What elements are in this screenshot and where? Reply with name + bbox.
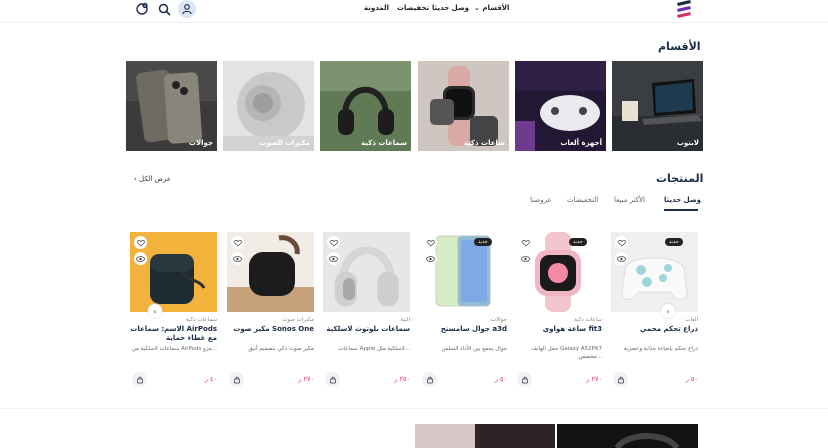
speaker-image xyxy=(223,61,314,151)
search-icon[interactable] xyxy=(156,1,172,17)
categories-title: الأقسام xyxy=(658,40,701,53)
gaming-image xyxy=(515,61,606,151)
product-price: ٢٧٠ ر xyxy=(586,375,602,383)
see-all-label: عرض الكل xyxy=(139,175,172,183)
category-label: سماعات ذكية xyxy=(361,139,407,147)
heart-icon[interactable] xyxy=(615,236,628,249)
new-badge: جديد xyxy=(474,238,492,246)
product-category: ساعات ذكية xyxy=(574,317,602,323)
product-category: مكبرات صوت xyxy=(282,317,314,323)
heart-icon[interactable] xyxy=(231,236,244,249)
promo-banner[interactable] xyxy=(557,424,698,448)
category-label: أجهزة ألعاب xyxy=(560,139,602,147)
product-price: ٢٧٠ ر xyxy=(298,375,314,383)
new-badge: جديد xyxy=(569,238,587,246)
header-divider xyxy=(0,22,828,23)
product-name[interactable]: جوال سامسنج a3d xyxy=(420,325,507,334)
heart-icon[interactable] xyxy=(424,236,437,249)
chevron-left-icon[interactable]: ‹ xyxy=(148,304,162,318)
phones-image xyxy=(126,61,217,151)
tab-best-sellers[interactable]: الأكثر مبيعا xyxy=(614,196,645,204)
nav-new-arrivals[interactable]: وصل حديثا xyxy=(432,4,469,12)
product-description: جوال يجمع بين الأداء السلس xyxy=(441,346,508,352)
smartwatch-image xyxy=(418,61,509,151)
new-badge: جديد xyxy=(665,238,683,246)
product-category: سماعات ذكية xyxy=(185,317,217,323)
product-card[interactable]: ‹ سماعات ذكية الاسم: سماعات AirPods مع غ… xyxy=(130,232,217,392)
section-divider xyxy=(0,408,828,409)
add-to-cart-icon[interactable] xyxy=(517,372,532,387)
product-category: جوالات xyxy=(490,317,507,323)
site-header: 0 المدونة تخفيضات وصل حديثا ⌄ الأقسام xyxy=(0,0,828,22)
add-to-cart-icon[interactable] xyxy=(422,372,437,387)
product-card[interactable]: جديد جوالات جوال سامسنج a3d جوال يجمع بي… xyxy=(420,232,507,392)
add-to-cart-icon[interactable] xyxy=(132,372,147,387)
add-to-cart-icon[interactable] xyxy=(325,372,340,387)
eye-icon[interactable] xyxy=(615,252,628,265)
brand-logo[interactable] xyxy=(674,0,694,20)
product-name[interactable]: ساعة هواوي fit3 xyxy=(515,325,602,334)
product-description: سماعات لاسلكية من AirPods مزو... xyxy=(131,346,217,352)
product-card[interactable]: مكبرات صوت مكبر صوت Sonos One مكبر صوت ذ… xyxy=(227,232,314,392)
nav-categories-label: الأقسام xyxy=(482,4,510,12)
eye-icon[interactable] xyxy=(327,252,340,265)
product-price: ٢٥٠ ر xyxy=(394,375,410,383)
eye-icon[interactable] xyxy=(231,252,244,265)
eye-icon[interactable] xyxy=(519,252,532,265)
tab-discounts[interactable]: التخفيضات xyxy=(567,196,598,204)
chevron-right-icon[interactable]: › xyxy=(661,304,675,318)
heart-icon[interactable] xyxy=(519,236,532,249)
product-name[interactable]: سماعات بلوتوث لاسلكية xyxy=(323,325,410,334)
product-name[interactable]: مكبر صوت Sonos One xyxy=(227,325,314,334)
eye-icon[interactable] xyxy=(424,252,437,265)
product-card[interactable]: جديد › ألعاب ذراع تحكم محمي ذراع تحكم بإ… xyxy=(611,232,698,392)
product-category: النية xyxy=(400,317,410,323)
category-gaming[interactable]: أجهزة ألعاب xyxy=(515,61,606,151)
category-label: جوالات xyxy=(188,139,213,147)
product-card[interactable]: جديد ساعات ذكية ساعة هواوي fit3 حمل الها… xyxy=(515,232,602,392)
product-card[interactable]: النية سماعات بلوتوث لاسلكية سماعات Apple… xyxy=(323,232,410,392)
heart-icon[interactable] xyxy=(134,236,147,249)
tab-offers[interactable]: عروضنا xyxy=(530,196,552,204)
category-phones[interactable]: جوالات xyxy=(126,61,217,151)
category-label: مكبرات الصوت xyxy=(259,139,310,147)
heart-icon[interactable] xyxy=(327,236,340,249)
product-name[interactable]: ذراع تحكم محمي xyxy=(611,325,698,334)
category-smartwatches[interactable]: ساعات ذكية xyxy=(418,61,509,151)
cart-icon[interactable]: 0 xyxy=(134,1,150,17)
product-price: ٤٠ ر xyxy=(204,375,217,383)
products-title: المنتجات xyxy=(656,172,704,185)
nav-categories-dropdown[interactable]: ⌄ الأقسام xyxy=(474,4,509,12)
add-to-cart-icon[interactable] xyxy=(229,372,244,387)
product-description: حمل الهاتف Galaxy A52P67 مخصص... xyxy=(531,346,602,360)
category-speakers[interactable]: مكبرات الصوت xyxy=(223,61,314,151)
laptop-image xyxy=(612,61,703,151)
product-description: ذراع تحكم بإضاءة جذابة وعصرية xyxy=(623,346,698,352)
headphones-image xyxy=(320,61,411,151)
user-icon[interactable] xyxy=(178,0,196,18)
nav-blog[interactable]: المدونة xyxy=(364,4,389,12)
product-description: سماعات Apple لاسلكية مثل... xyxy=(338,346,410,352)
product-price: ٥٠ ر xyxy=(494,375,507,383)
category-smart-headphones[interactable]: سماعات ذكية xyxy=(320,61,411,151)
product-category: ألعاب xyxy=(685,317,698,323)
category-label: لابتوب xyxy=(676,139,699,147)
product-description: مكبر صوت ذكي بتصميم أنيق xyxy=(248,346,314,352)
promo-banner[interactable] xyxy=(415,424,555,448)
category-label: ساعات ذكية xyxy=(463,139,505,147)
nav-sales[interactable]: تخفيضات xyxy=(397,4,429,12)
product-price: ٥٠ ر xyxy=(685,375,698,383)
product-name[interactable]: الاسم: سماعات AirPods مع غطاء حماية xyxy=(130,325,217,343)
tab-new-arrivals[interactable]: وصل حديثا xyxy=(664,196,701,204)
category-laptop[interactable]: لابتوب xyxy=(612,61,703,151)
add-to-cart-icon[interactable] xyxy=(613,372,628,387)
see-all-link[interactable]: ‹ عرض الكل xyxy=(134,175,171,183)
active-tab-indicator xyxy=(664,209,698,211)
eye-icon[interactable] xyxy=(134,252,147,265)
